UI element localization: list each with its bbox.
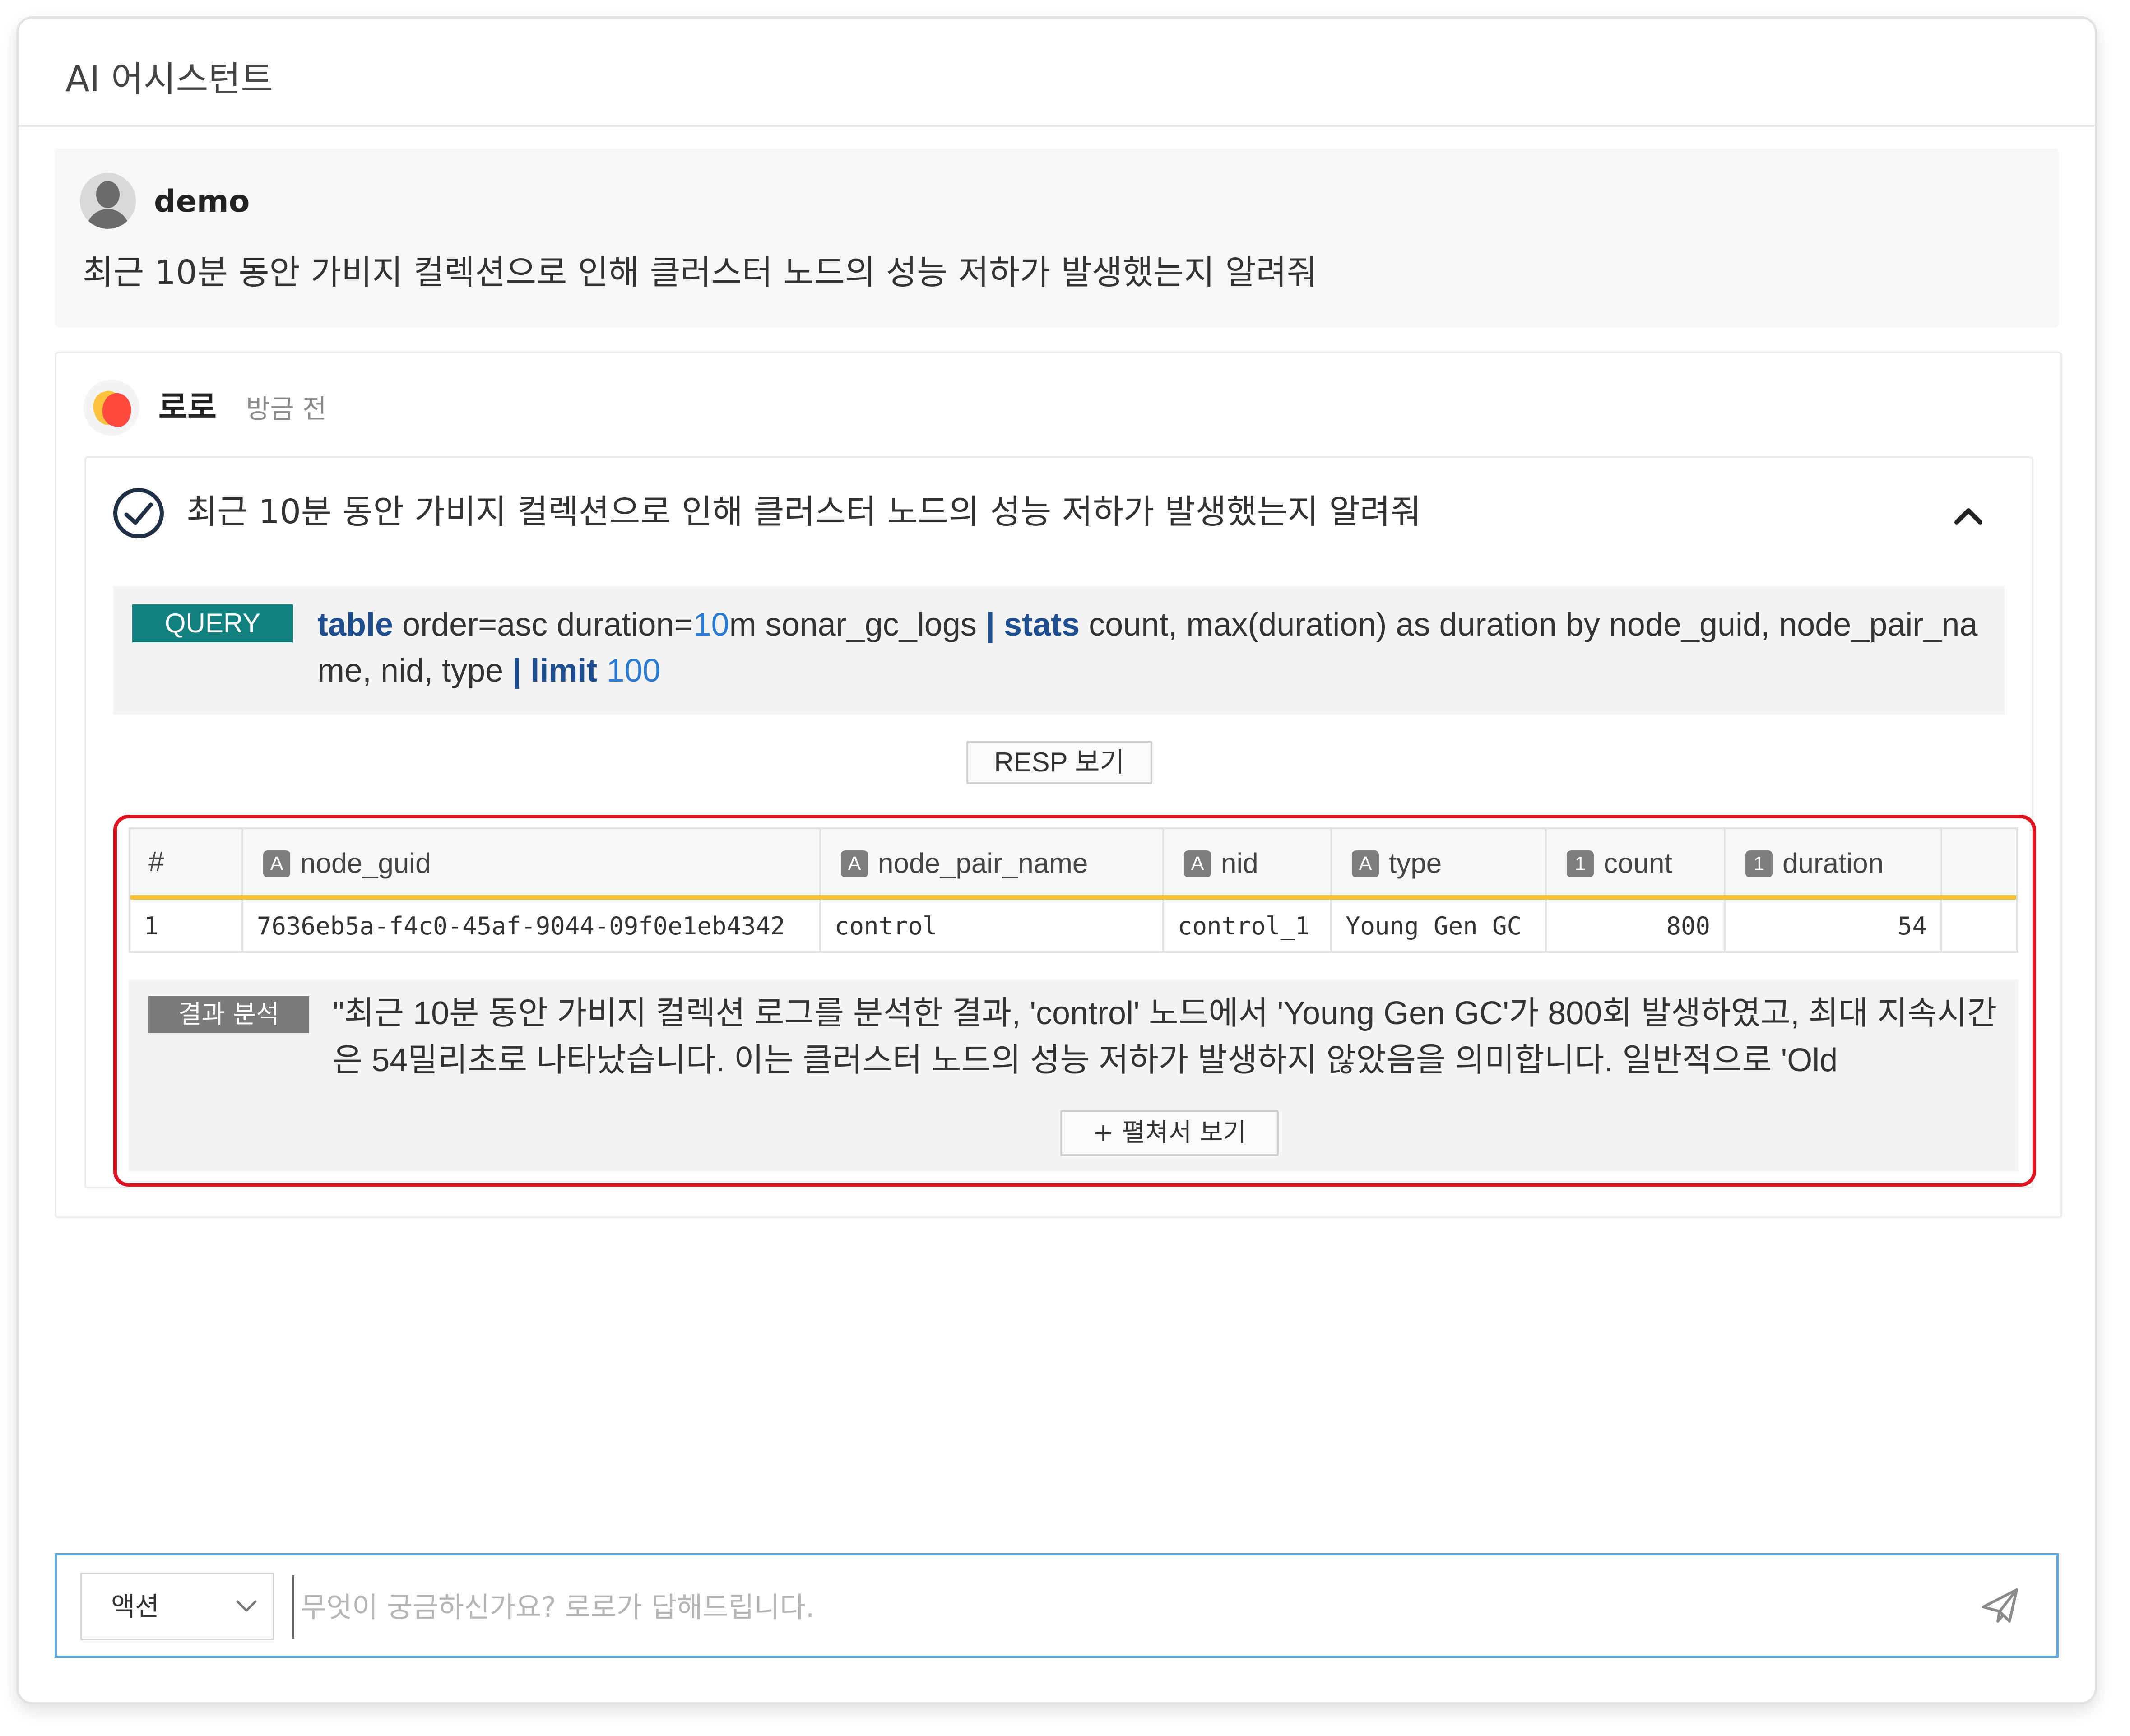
table-cell: Young Gen GC <box>1332 900 1547 953</box>
analysis-block: 결과 분석 "최근 10분 동안 가비지 컬렉션 로그를 분석한 결과, 'co… <box>129 980 2018 1171</box>
column-label: node_guid <box>300 848 431 879</box>
user-name: demo <box>154 184 250 219</box>
query-text: table order=asc duration=10m sonar_gc_lo… <box>317 602 1987 694</box>
send-icon[interactable] <box>1980 1585 2020 1626</box>
panel-title: AI 어시스턴트 <box>65 59 273 100</box>
action-select-value: 액션 <box>111 1591 159 1622</box>
column-header-index[interactable]: # <box>130 829 243 895</box>
bot-name: 로로 <box>158 389 217 426</box>
table-cell: 54 <box>1726 900 1942 953</box>
query-block: QUERY table order=asc duration=10m sonar… <box>113 586 2005 715</box>
action-select[interactable]: 액션 <box>80 1573 274 1640</box>
column-header-count[interactable]: 1 count <box>1547 829 1726 895</box>
column-header-node-guid[interactable]: Anode_guid <box>243 829 821 895</box>
number-type-icon: 1 <box>1745 850 1773 877</box>
number-type-icon: 1 <box>1567 850 1594 877</box>
user-message: demo 최근 10분 동안 가비지 컬렉션으로 인해 클러스터 노드의 성능 … <box>55 149 2059 327</box>
table-row[interactable]: 1 7636eb5a-f4c0-45af-9044-09f0e1eb4342 c… <box>130 900 2016 953</box>
assistant-panel: AI 어시스턴트 demo 최근 10분 동안 가비지 컬렉션으로 인해 클러스… <box>16 16 2097 1704</box>
analysis-badge: 결과 분석 <box>148 996 309 1033</box>
column-label: # <box>148 846 164 877</box>
user-message-text: 최근 10분 동안 가비지 컬렉션으로 인해 클러스터 노드의 성능 저하가 발… <box>83 253 1318 292</box>
check-circle-icon <box>113 488 164 538</box>
column-header-type[interactable]: Atype <box>1332 829 1547 895</box>
table-cell: 7636eb5a-f4c0-45af-9044-09f0e1eb4342 <box>243 900 821 953</box>
chat-input[interactable] <box>292 1575 1971 1639</box>
column-header-duration[interactable]: 1 duration <box>1726 829 1942 895</box>
table-cell: control <box>821 900 1164 953</box>
result-table: # Anode_guid Anode_pair_name Anid Atype … <box>129 827 2018 953</box>
analysis-text: "최근 10분 동안 가비지 컬렉션 로그를 분석한 결과, 'control'… <box>333 995 1997 1078</box>
text-type-icon: A <box>841 850 868 877</box>
column-label: duration <box>1782 848 1884 879</box>
query-segment: m sonar_gc_logs <box>729 607 986 643</box>
text-type-icon: A <box>1352 850 1379 877</box>
user-avatar-icon <box>80 173 136 229</box>
bot-avatar-icon <box>84 380 139 436</box>
column-header-node-pair-name[interactable]: Anode_pair_name <box>821 829 1164 895</box>
chevron-up-icon[interactable] <box>1950 501 1986 529</box>
chevron-down-icon <box>236 1600 257 1612</box>
query-pipe: | <box>512 653 522 689</box>
table-cell: 800 <box>1547 900 1726 953</box>
panel-header: AI 어시스턴트 <box>19 19 2095 127</box>
text-type-icon: A <box>1184 850 1211 877</box>
column-label: nid <box>1221 848 1258 879</box>
query-keyword: table <box>317 607 394 643</box>
column-label: node_pair_name <box>878 848 1088 879</box>
table-header: # Anode_guid Anode_pair_name Anid Atype … <box>130 829 2016 900</box>
resp-view-button[interactable]: RESP 보기 <box>966 741 1152 784</box>
table-cell: 1 <box>130 900 243 953</box>
column-header-nid[interactable]: Anid <box>1164 829 1332 895</box>
column-label: type <box>1389 848 1442 879</box>
query-segment: order=asc duration= <box>393 607 693 643</box>
message-timestamp: 방금 전 <box>246 394 327 424</box>
task-title: 최근 10분 동안 가비지 컬렉션으로 인해 클러스터 노드의 성능 저하가 발… <box>186 492 1421 531</box>
column-header-spacer <box>1942 829 2018 895</box>
query-pipe: | <box>985 607 995 643</box>
query-number: 10 <box>693 607 729 643</box>
column-label: count <box>1604 848 1672 879</box>
chat-input-bar: 액션 <box>55 1553 2059 1658</box>
query-keyword: limit <box>521 653 598 689</box>
query-keyword: stats <box>995 607 1080 643</box>
query-badge: QUERY <box>132 604 293 642</box>
expand-button[interactable]: + 펼쳐서 보기 <box>1060 1110 1279 1156</box>
query-number: 100 <box>597 653 661 689</box>
table-cell: control_1 <box>1164 900 1332 953</box>
text-type-icon: A <box>263 850 290 877</box>
table-cell-spacer <box>1942 900 2018 953</box>
